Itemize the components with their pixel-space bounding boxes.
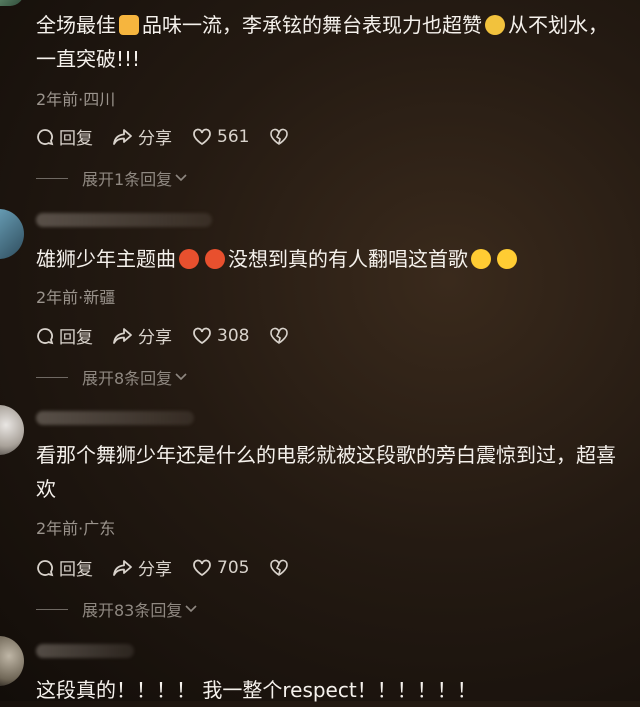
comment-text: 雄狮少年主题曲 没想到真的有人翻唱这首歌 <box>36 242 626 276</box>
expand-replies[interactable]: 展开8条回复 <box>36 365 187 389</box>
avatar[interactable] <box>0 0 24 6</box>
reply-button[interactable]: 回复 <box>36 555 93 580</box>
share-icon <box>113 327 132 344</box>
crying-face-icon <box>497 249 517 269</box>
reply-button[interactable]: 回复 <box>36 323 93 348</box>
comment-meta: 2年前·新疆 <box>36 288 116 307</box>
like-button[interactable]: 705 <box>192 558 249 578</box>
reply-button[interactable]: 回复 <box>36 124 93 149</box>
comment-text: 全场最佳 品味一流，李承铉的舞台表现力也超赞 从不划水，一直突破!!! <box>36 13 608 71</box>
divider-line <box>36 376 68 378</box>
broken-heart-icon <box>270 128 289 145</box>
comment-actions: 回复 分享 561 <box>36 124 314 149</box>
divider-line <box>36 177 68 179</box>
expand-replies[interactable]: 展开1条回复 <box>36 166 187 190</box>
comment-text: 看那个舞狮少年还是什么的电影就被这段歌的旁白震惊到过，超喜欢 <box>36 443 616 501</box>
star-struck-icon <box>205 249 225 269</box>
share-button[interactable]: 分享 <box>113 323 172 348</box>
like-button[interactable]: 308 <box>192 326 249 346</box>
comment-meta: 2年前·四川 <box>36 90 116 109</box>
share-button[interactable]: 分享 <box>113 124 172 149</box>
reply-icon <box>37 128 54 145</box>
broken-heart-icon <box>270 327 289 344</box>
comment-actions: 回复 分享 705 <box>36 555 314 580</box>
heart-icon <box>193 327 211 344</box>
like-button[interactable]: 561 <box>192 127 249 147</box>
username[interactable] <box>36 411 194 425</box>
avatar[interactable] <box>0 209 24 259</box>
chevron-down-icon <box>185 605 197 613</box>
broken-heart-icon <box>270 559 289 576</box>
username[interactable] <box>36 213 212 227</box>
reply-icon <box>37 559 54 576</box>
avatar[interactable] <box>0 405 24 455</box>
clapping-hands-icon <box>485 15 505 35</box>
comment-actions: 回复 分享 308 <box>36 323 314 348</box>
heart-icon <box>193 128 211 145</box>
star-struck-icon <box>179 249 199 269</box>
comment-text: 这段真的！！！！ 我一整个respect！！！！！！ <box>36 678 477 702</box>
reply-icon <box>37 327 54 344</box>
thumbs-up-icon <box>119 15 139 35</box>
dislike-button[interactable] <box>269 128 294 146</box>
avatar[interactable] <box>0 636 24 686</box>
dislike-button[interactable] <box>269 327 294 345</box>
chevron-down-icon <box>175 373 187 381</box>
crying-face-icon <box>471 249 491 269</box>
username[interactable] <box>36 644 134 658</box>
chevron-down-icon <box>175 174 187 182</box>
comment-meta: 2年前·广东 <box>36 519 116 538</box>
share-icon <box>113 559 132 576</box>
share-button[interactable]: 分享 <box>113 555 172 580</box>
expand-replies[interactable]: 展开83条回复 <box>36 597 197 621</box>
divider-line <box>36 608 68 610</box>
share-icon <box>113 128 132 145</box>
heart-icon <box>193 559 211 576</box>
dislike-button[interactable] <box>269 559 294 577</box>
